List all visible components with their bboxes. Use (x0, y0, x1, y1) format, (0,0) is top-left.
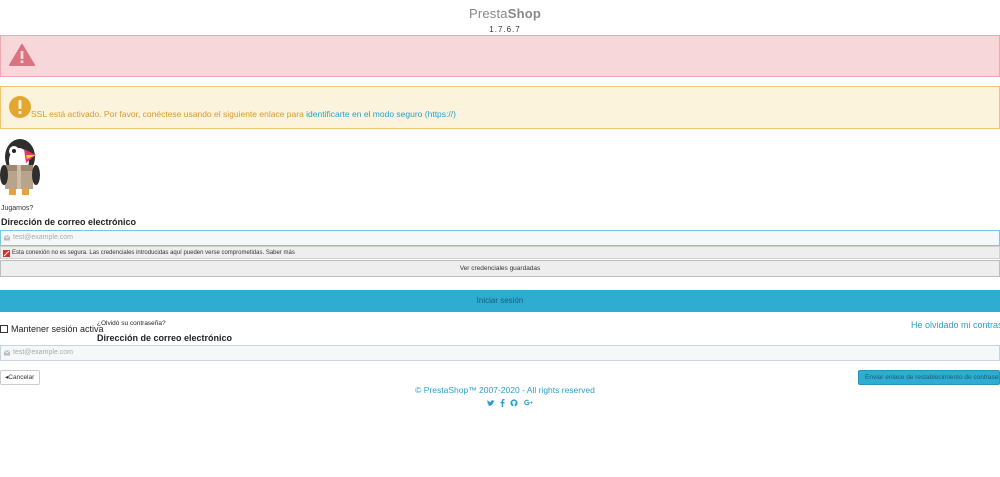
brand-title: PrestaShop (0, 6, 1000, 21)
ssl-warning-alert: SSL está activado. Por favor, conéctese … (0, 86, 1000, 129)
reset-email-input[interactable]: test@example.com (0, 345, 1000, 361)
forgot-password-question: ¿Olvidó su contraseña? (97, 320, 166, 327)
remember-me[interactable]: Mantener sesión activa (0, 324, 104, 334)
email-input[interactable]: test@example.com (0, 230, 1000, 246)
puffin-mascot-image (0, 135, 44, 205)
forgot-password-link[interactable]: He olvidado mi contraseña (911, 320, 1000, 330)
brand-light: Presta (468, 6, 508, 21)
twitter-icon[interactable] (487, 400, 495, 409)
reset-email-label: Dirección de correo electrónico (97, 333, 233, 343)
error-alert (0, 35, 1000, 77)
ssl-warning-message: SSL está activado. Por favor, conéctese … (31, 109, 456, 119)
copyright-text: © PrestaShop™ 2007-2020 - All rights res… (415, 385, 595, 395)
envelope-icon (3, 235, 11, 241)
lock-warning-icon (3, 250, 10, 259)
facebook-icon[interactable] (500, 399, 505, 409)
mascot-caption: Jugamos? (1, 205, 34, 212)
github-icon[interactable] (510, 399, 519, 409)
insecure-connection-warning: Esta conexión no es segura. Las credenci… (0, 246, 1000, 259)
exclamation-circle-icon (9, 96, 31, 123)
secure-login-link[interactable]: identificarte en el modo seguro (https:/… (306, 109, 456, 119)
reset-email-placeholder: test@example.com (13, 349, 74, 356)
social-links (487, 399, 536, 409)
remember-label: Mantener sesión activa (11, 324, 104, 334)
email-placeholder: test@example.com (13, 234, 74, 241)
insecure-warning-text: Esta conexión no es segura. Las credenci… (12, 250, 295, 256)
ssl-warning-text: SSL está activado. Por favor, conéctese … (31, 109, 307, 119)
login-button[interactable]: Iniciar sesión (0, 290, 1000, 312)
remember-checkbox[interactable] (0, 325, 8, 333)
send-reset-link-button[interactable]: Enviar enlace de restablecimiento de con… (858, 370, 1000, 385)
cancel-button[interactable]: ◂Cancelar (0, 370, 40, 385)
warning-triangle-icon (9, 44, 35, 71)
brand-bold: Shop (507, 6, 542, 21)
view-saved-credentials-button[interactable]: Ver credenciales guardadas (0, 260, 1000, 277)
google-plus-icon[interactable] (523, 399, 533, 409)
email-label: Dirección de correo electrónico (1, 217, 137, 227)
cancel-label: Cancelar (8, 374, 35, 381)
version-number: 1.7.6.7 (489, 25, 521, 34)
envelope-icon (3, 350, 11, 356)
